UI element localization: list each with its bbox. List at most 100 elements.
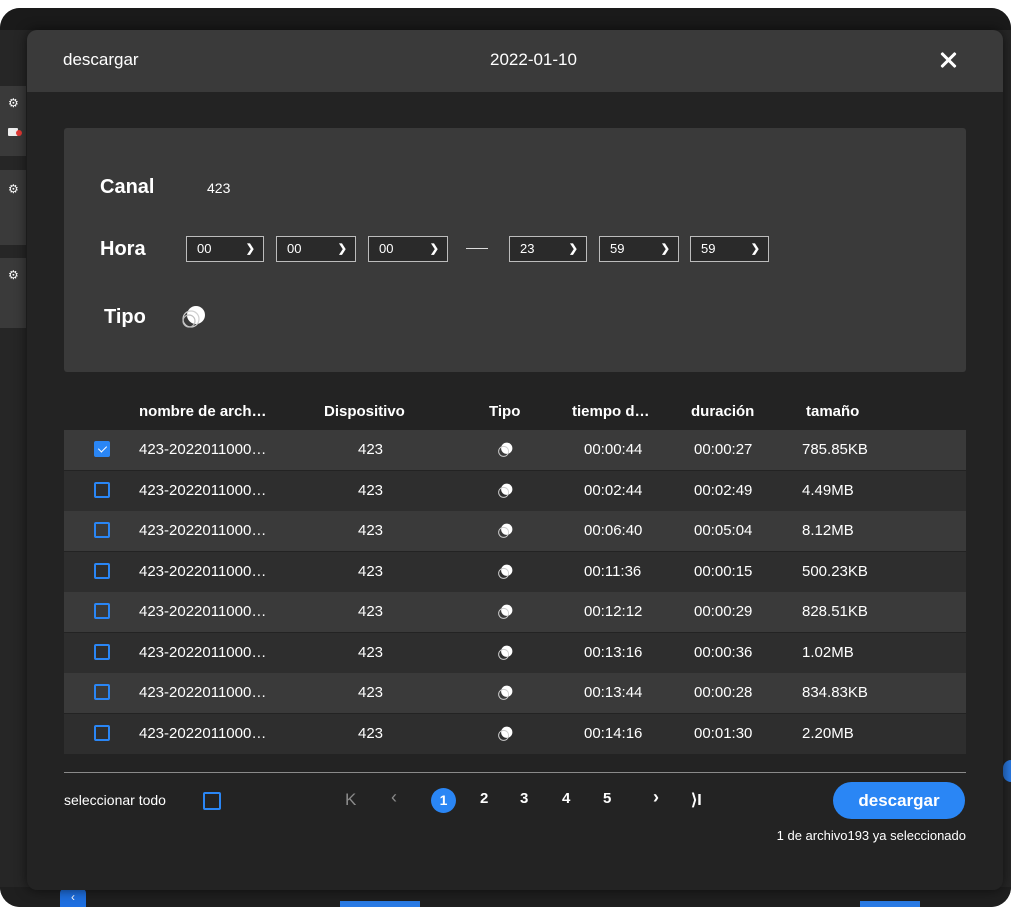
cell-start-time: 00:13:44	[584, 684, 643, 701]
cell-file-name: 423-2022011000…	[139, 522, 267, 539]
record-type-icon	[498, 726, 513, 741]
row-checkbox[interactable]	[94, 441, 110, 457]
cell-device: 423	[358, 603, 384, 620]
end-hour-select[interactable]: 23 ❯	[509, 236, 587, 262]
col-header-name[interactable]: nombre de arch…	[139, 403, 267, 420]
record-type-icon	[498, 685, 513, 700]
row-checkbox[interactable]	[94, 643, 110, 660]
table-row[interactable]: 423-2022011000… 423 00:12:12 00:00:29 828.51…	[64, 592, 966, 632]
table-header: nombre de arch… Dispositivo Tipo tiempo …	[64, 395, 966, 430]
page-5-button[interactable]: 5	[603, 790, 611, 807]
canal-value: 423	[207, 180, 231, 196]
chevron-down-icon: ❯	[660, 243, 670, 255]
cell-size: 828.51KB	[802, 603, 868, 620]
record-type-icon	[498, 645, 513, 660]
cell-start-time: 00:12:12	[584, 603, 643, 620]
end-hour-value: 23	[520, 241, 535, 256]
cell-device: 423	[358, 724, 384, 742]
cell-duration: 00:00:36	[694, 643, 753, 661]
start-hour-select[interactable]: 00 ❯	[186, 236, 264, 262]
filter-panel: Canal 423 Hora 00 ❯ 00 ❯ 00 ❯ 23 ❯ 59 ❯ …	[64, 128, 966, 372]
footer-divider	[64, 772, 966, 773]
tipo-label: Tipo	[104, 306, 146, 328]
cell-device: 423	[358, 643, 384, 661]
dialog-title: descargar	[63, 50, 139, 69]
gear-icon[interactable]: ⚙	[8, 182, 19, 196]
gear-icon[interactable]: ⚙	[8, 268, 19, 282]
table-row[interactable]: 423-2022011000… 423 00:11:36 00:00:15 500.23…	[64, 551, 966, 592]
row-checkbox[interactable]	[94, 603, 110, 619]
cell-device: 423	[358, 562, 384, 580]
background-side-panel: ⚙	[0, 258, 26, 328]
cell-device: 423	[358, 684, 384, 701]
cell-device: 423	[358, 441, 384, 458]
first-page-icon[interactable]: K	[345, 790, 356, 810]
record-type-icon	[498, 523, 513, 538]
chevron-down-icon: ❯	[750, 243, 760, 255]
cell-duration: 00:00:29	[694, 603, 753, 620]
start-second-value: 00	[379, 241, 394, 256]
cell-duration: 00:00:15	[694, 562, 753, 580]
table-row[interactable]: 423-2022011000… 423 00:14:16 00:01:30 2.20MB	[64, 713, 966, 754]
next-page-icon[interactable]: ›	[653, 787, 659, 808]
selection-info: 1 de archivo193 ya seleccionado	[776, 828, 966, 843]
cell-file-name: 423-2022011000…	[139, 441, 267, 458]
row-checkbox[interactable]	[94, 684, 110, 700]
select-all-checkbox[interactable]	[203, 792, 221, 810]
record-type-icon	[498, 564, 513, 579]
table-row[interactable]: 423-2022011000… 423 00:13:16 00:00:36 1.02MB	[64, 632, 966, 673]
row-checkbox[interactable]	[94, 724, 110, 741]
table-row[interactable]: 423-2022011000… 423 00:13:44 00:00:28 834.83…	[64, 673, 966, 713]
page-1-button[interactable]: 1	[431, 788, 456, 813]
cell-duration: 00:02:49	[694, 481, 753, 499]
gear-icon[interactable]: ⚙	[8, 96, 19, 110]
table-row[interactable]: 423-2022011000… 423 00:00:44 00:00:27 785.85…	[64, 430, 966, 470]
prev-page-icon[interactable]: ‹	[391, 787, 397, 808]
col-header-time[interactable]: tiempo d…	[572, 403, 650, 420]
col-header-device[interactable]: Dispositivo	[324, 403, 405, 420]
download-button[interactable]: descargar	[833, 782, 965, 819]
chevron-down-icon: ❯	[337, 243, 347, 255]
cell-size: 4.49MB	[802, 481, 854, 499]
col-header-type[interactable]: Tipo	[489, 403, 520, 420]
end-second-select[interactable]: 59 ❯	[690, 236, 769, 262]
record-type-icon	[498, 442, 513, 457]
row-checkbox[interactable]	[94, 481, 110, 498]
page-2-button[interactable]: 2	[480, 790, 488, 807]
record-type-icon[interactable]	[182, 304, 206, 328]
back-arrow-icon[interactable]: ‹	[60, 889, 86, 907]
cell-start-time: 00:02:44	[584, 481, 643, 499]
page-3-button[interactable]: 3	[520, 790, 528, 807]
timeline-segment	[860, 901, 920, 907]
cell-size: 8.12MB	[802, 522, 854, 539]
cell-device: 423	[358, 481, 384, 499]
cell-start-time: 00:00:44	[584, 441, 643, 458]
col-header-duration[interactable]: duración	[691, 403, 754, 420]
cell-duration: 00:00:28	[694, 684, 753, 701]
end-minute-select[interactable]: 59 ❯	[599, 236, 679, 262]
page-4-button[interactable]: 4	[562, 790, 570, 807]
cell-size: 500.23KB	[802, 562, 868, 580]
end-minute-value: 59	[610, 241, 625, 256]
close-icon[interactable]	[935, 44, 961, 74]
dialog-date: 2022-01-10	[490, 50, 577, 69]
row-checkbox[interactable]	[94, 562, 110, 579]
record-type-icon	[498, 483, 513, 498]
cell-duration: 00:01:30	[694, 724, 753, 742]
background-right-handle[interactable]	[1003, 760, 1011, 782]
cell-file-name: 423-2022011000…	[139, 603, 267, 620]
dialog-header: descargar 2022-01-10	[27, 30, 1003, 92]
chevron-down-icon: ❯	[568, 243, 578, 255]
table-row[interactable]: 423-2022011000… 423 00:02:44 00:02:49 4.49MB	[64, 470, 966, 511]
start-second-select[interactable]: 00 ❯	[368, 236, 448, 262]
last-page-icon[interactable]: ⟩I	[691, 790, 702, 810]
canal-label: Canal	[100, 176, 155, 198]
table-row[interactable]: 423-2022011000… 423 00:06:40 00:05:04 8.12MB	[64, 511, 966, 551]
start-minute-select[interactable]: 00 ❯	[276, 236, 356, 262]
row-checkbox[interactable]	[94, 522, 110, 538]
cell-size: 834.83KB	[802, 684, 868, 701]
col-header-size[interactable]: tamaño	[806, 403, 859, 420]
background-topbar	[0, 8, 1011, 30]
cell-file-name: 423-2022011000…	[139, 724, 267, 742]
background-side-panel: ⚙	[0, 170, 26, 245]
